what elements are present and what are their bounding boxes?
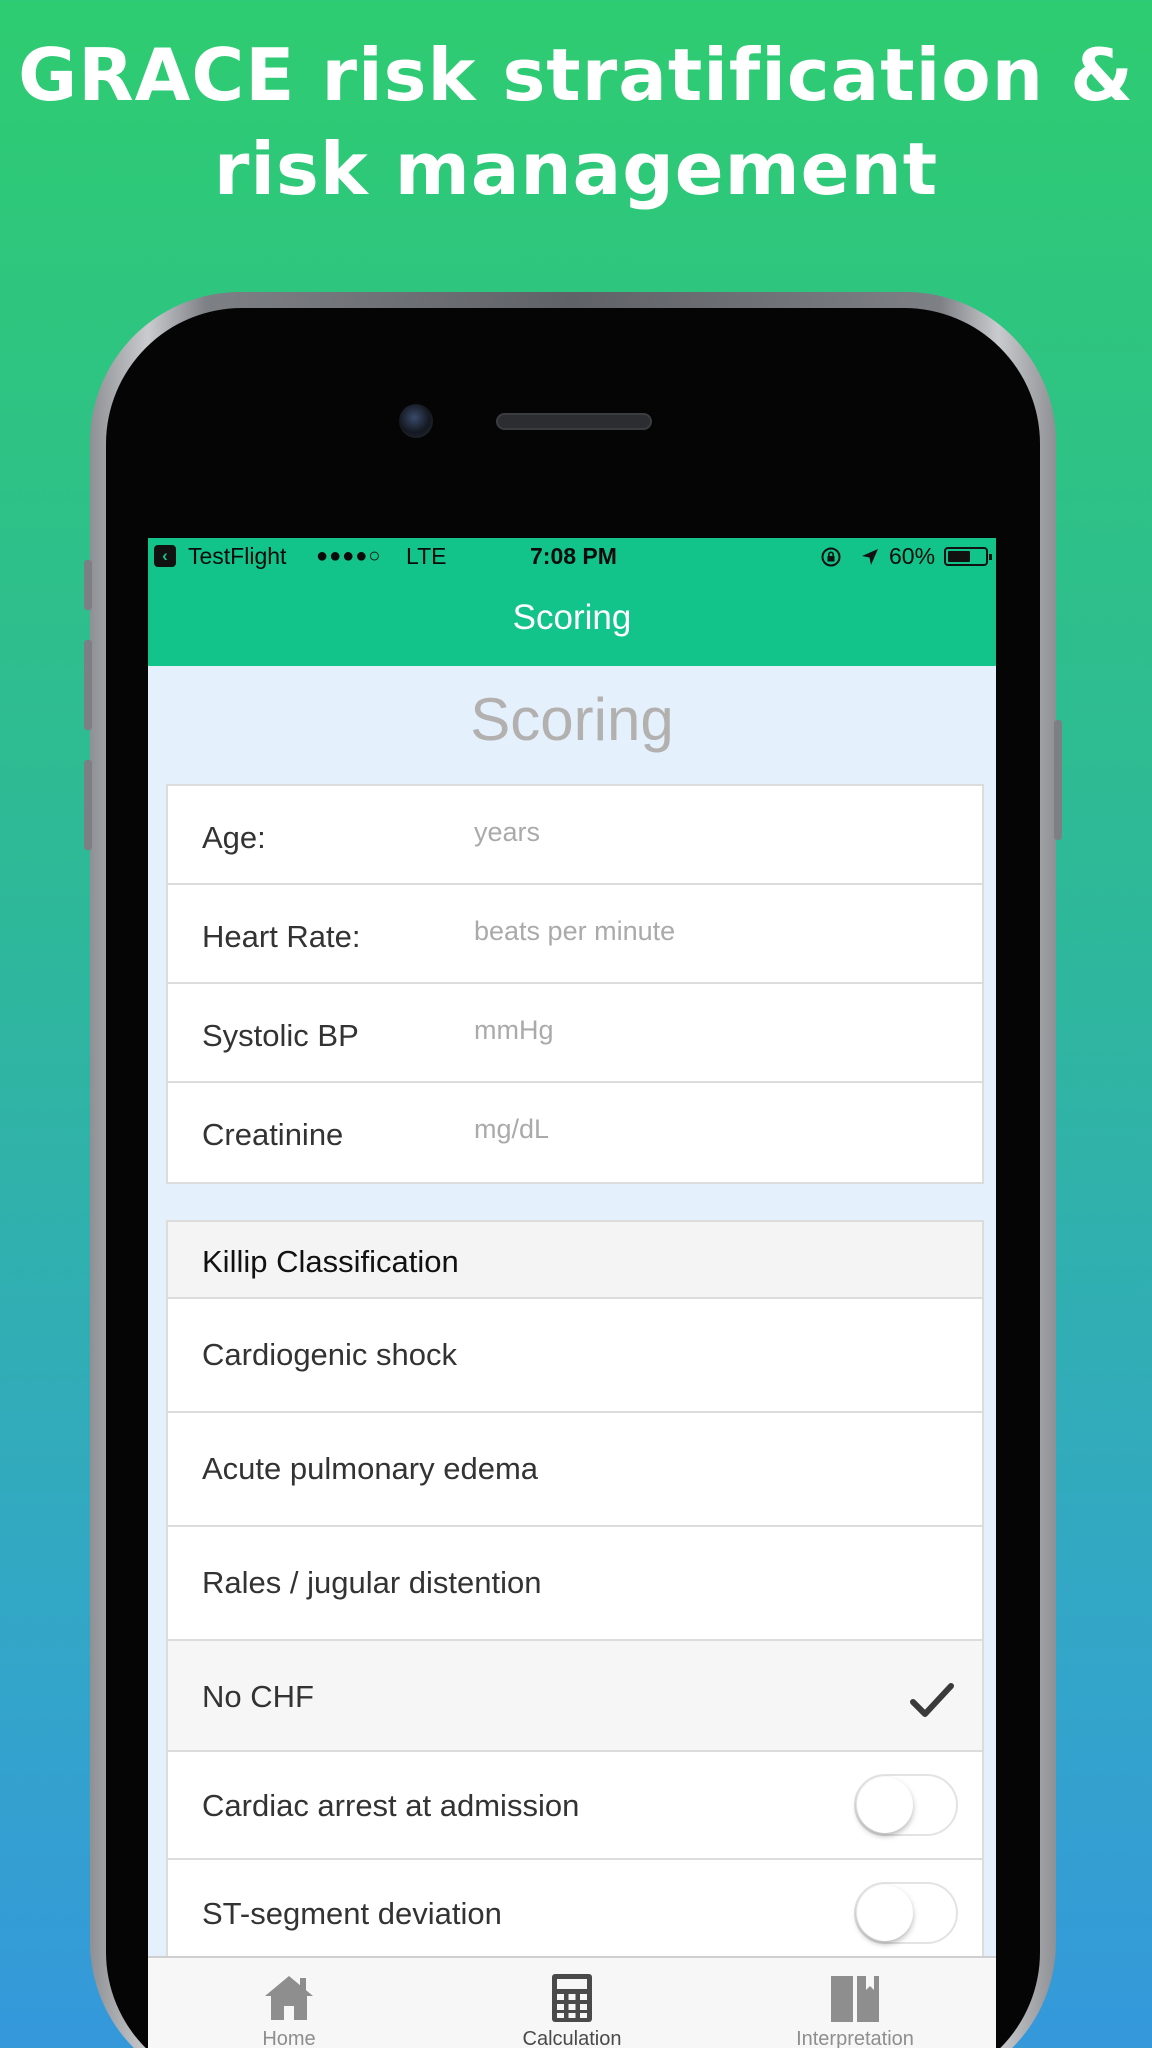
option-label: Acute pulmonary edema: [202, 1451, 539, 1486]
killip-option-no-chf[interactable]: No CHF: [168, 1641, 982, 1755]
option-label: No CHF: [202, 1679, 314, 1714]
mute-switch: [84, 560, 92, 610]
status-time: 7:08 PM: [530, 543, 617, 569]
status-bar: ‹ TestFlight ●●●●○ LTE 7:08 PM 60%: [148, 538, 996, 574]
st-segment-deviation-toggle[interactable]: [854, 1882, 958, 1944]
tab-interpretation[interactable]: Interpretation: [714, 1958, 996, 2048]
page-title: Scoring: [470, 686, 674, 753]
tab-calculation[interactable]: Calculation: [431, 1958, 713, 2048]
rotation-lock-icon: [821, 547, 841, 567]
book-icon: [831, 1976, 879, 2022]
phone-screen: ‹ TestFlight ●●●●○ LTE 7:08 PM 60% Scori…: [148, 538, 996, 2048]
tab-calculation-label: Calculation: [522, 2028, 622, 2048]
location-arrow-icon: [862, 549, 878, 565]
network-type: LTE: [406, 543, 447, 569]
nav-title: Scoring: [512, 598, 632, 637]
signal-strength: ●●●●○: [316, 545, 382, 567]
calculator-icon: [552, 1974, 592, 2022]
killip-header: Killip Classification: [168, 1222, 982, 1299]
vitals-input-card: Age: Heart Rate: Systolic BP Creatinine: [166, 784, 984, 1184]
toggle-row-cardiac-arrest: Cardiac arrest at admission: [168, 1752, 982, 1860]
input-row-age: Age:: [168, 786, 982, 885]
tab-interpretation-label: Interpretation: [796, 2028, 914, 2048]
battery-icon: [944, 547, 992, 566]
headline-line-1: GRACE risk stratification &: [18, 33, 1134, 117]
option-label: Rales / jugular distention: [202, 1565, 542, 1600]
toggle-row-st-segment-deviation: ST-segment deviation: [168, 1860, 982, 1968]
tab-home[interactable]: Home: [148, 1958, 430, 2048]
creatinine-label: Creatinine: [202, 1117, 344, 1152]
home-icon: [265, 1976, 313, 2020]
front-camera: [399, 404, 433, 438]
cardiac-arrest-toggle[interactable]: [854, 1774, 958, 1836]
killip-option-acute-pulmonary-edema[interactable]: Acute pulmonary edema: [168, 1413, 982, 1527]
heart-rate-input[interactable]: [474, 911, 954, 951]
tab-home-label: Home: [262, 2028, 316, 2048]
killip-option-cardiogenic-shock[interactable]: Cardiogenic shock: [168, 1299, 982, 1413]
option-label: Cardiogenic shock: [202, 1337, 458, 1372]
risk-factors-card: Cardiac arrest at admission ST-segment d…: [166, 1750, 984, 1968]
input-row-creatinine: Creatinine: [168, 1083, 982, 1182]
creatinine-input[interactable]: [474, 1109, 954, 1149]
input-row-heart-rate: Heart Rate:: [168, 885, 982, 984]
tab-bar: Home Calculation Interpretation: [148, 1956, 996, 2048]
systolic-bp-input[interactable]: [474, 1010, 954, 1050]
back-app-label[interactable]: TestFlight: [188, 543, 286, 570]
age-input[interactable]: [474, 812, 954, 852]
toggle-knob: [857, 1777, 913, 1833]
toggle-knob: [857, 1885, 913, 1941]
checkmark-icon: [910, 1683, 954, 1717]
systolic-bp-label: Systolic BP: [202, 1018, 359, 1053]
battery-percent: 60%: [889, 543, 936, 569]
battery-nub: [989, 554, 992, 560]
battery-level-fill: [948, 551, 970, 562]
volume-down-button: [84, 760, 92, 850]
killip-option-rales-jugular-distention[interactable]: Rales / jugular distention: [168, 1527, 982, 1641]
volume-up-button: [84, 640, 92, 730]
back-icon[interactable]: ‹: [154, 545, 176, 567]
earpiece-speaker: [496, 413, 652, 430]
nav-bar: Scoring: [148, 574, 996, 666]
input-row-systolic-bp: Systolic BP: [168, 984, 982, 1083]
age-label: Age:: [202, 820, 266, 855]
heart-rate-label: Heart Rate:: [202, 919, 361, 954]
promo-headline: GRACE risk stratification & risk managem…: [0, 28, 1152, 216]
cardiac-arrest-label: Cardiac arrest at admission: [202, 1788, 580, 1823]
killip-classification-card: Killip Classification Cardiogenic shock …: [166, 1220, 984, 1757]
power-button: [1054, 720, 1062, 840]
st-segment-deviation-label: ST-segment deviation: [202, 1896, 502, 1931]
headline-line-2: risk management: [213, 127, 939, 211]
killip-header-label: Killip Classification: [202, 1244, 459, 1279]
